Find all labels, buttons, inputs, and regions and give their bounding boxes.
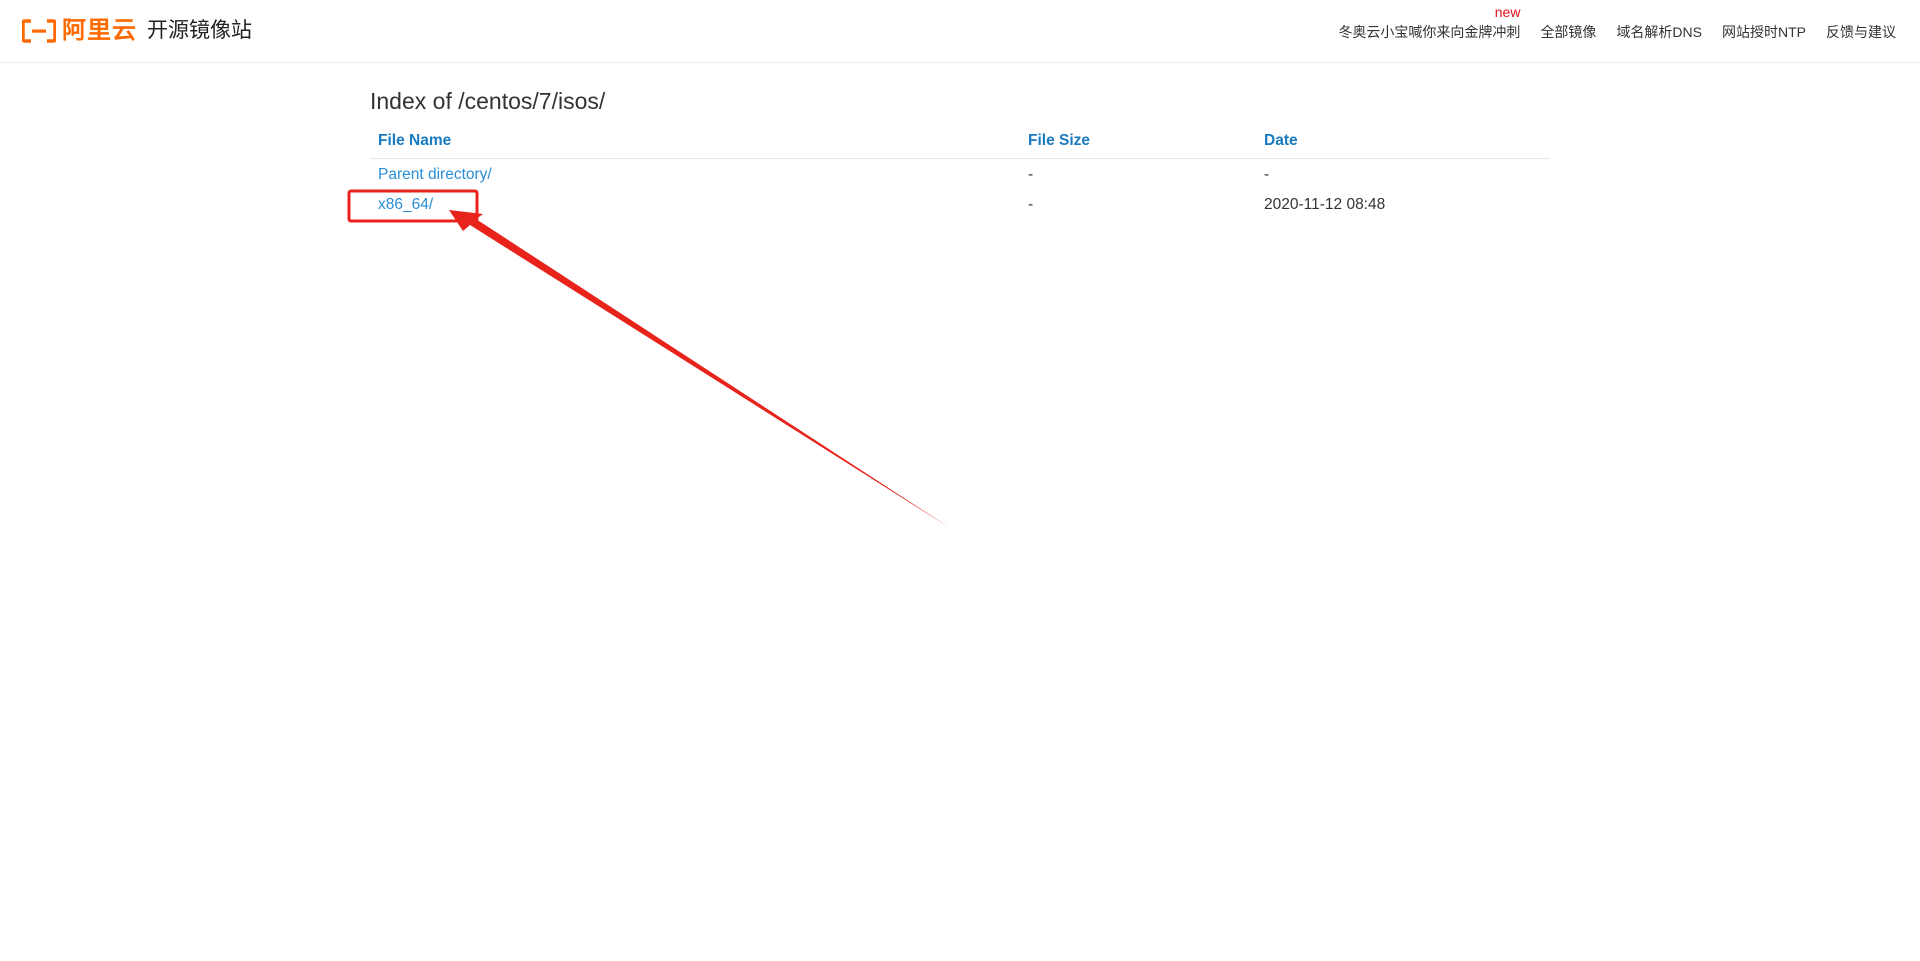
file-name-cell: x86_64/: [370, 189, 1020, 219]
table-header-row: File Name File Size Date: [370, 126, 1550, 159]
date-cell: 2020-11-12 08:48: [1264, 196, 1386, 213]
logo-text: 阿里云: [62, 17, 137, 44]
nav-item-feedback[interactable]: 反馈与建议: [1826, 22, 1896, 42]
column-header-date[interactable]: Date: [1256, 126, 1550, 159]
arrow-pointer-icon: [449, 210, 950, 528]
nav-item-ntp[interactable]: 网站授时NTP: [1722, 22, 1806, 42]
nav-item-all-mirrors[interactable]: 全部镜像: [1540, 22, 1596, 42]
directory-listing: Index of /centos/7/isos/ File Name File …: [370, 86, 1550, 219]
column-header-file-name[interactable]: File Name: [370, 126, 1020, 159]
table-row: Parent directory/ - -: [370, 159, 1550, 190]
page-title: Index of /centos/7/isos/: [370, 88, 606, 114]
top-nav: new 冬奥云小宝喊你来向金牌冲刺 全部镜像 域名解析DNS 网站授时NTP 反…: [1338, 4, 1896, 42]
file-table: File Name File Size Date Parent director…: [370, 126, 1550, 219]
nav-item-olympics-promo[interactable]: new 冬奥云小宝喊你来向金牌冲刺: [1338, 4, 1521, 42]
file-size-cell: -: [1028, 196, 1034, 213]
aliyun-logo-icon: [21, 19, 57, 43]
top-navigation-bar: 阿里云 开源镜像站 new 冬奥云小宝喊你来向金牌冲刺 全部镜像 域名解析DNS…: [0, 0, 1920, 63]
aliyun-logo[interactable]: 阿里云: [21, 16, 137, 46]
column-header-file-size[interactable]: File Size: [1020, 126, 1256, 159]
new-badge: new: [1494, 4, 1521, 20]
parent-directory-link[interactable]: Parent directory/: [378, 166, 492, 183]
date-cell: -: [1264, 166, 1270, 183]
nav-item-dns[interactable]: 域名解析DNS: [1616, 22, 1702, 42]
nav-item-label: 冬奥云小宝喊你来向金牌冲刺: [1338, 24, 1521, 40]
x86-64-folder-link[interactable]: x86_64/: [378, 196, 433, 213]
site-name[interactable]: 开源镜像站: [147, 17, 252, 45]
file-name-cell: Parent directory/: [370, 159, 1020, 190]
table-row: x86_64/ - 2020-11-12 08:48: [370, 189, 1550, 219]
file-size-cell: -: [1028, 166, 1034, 183]
